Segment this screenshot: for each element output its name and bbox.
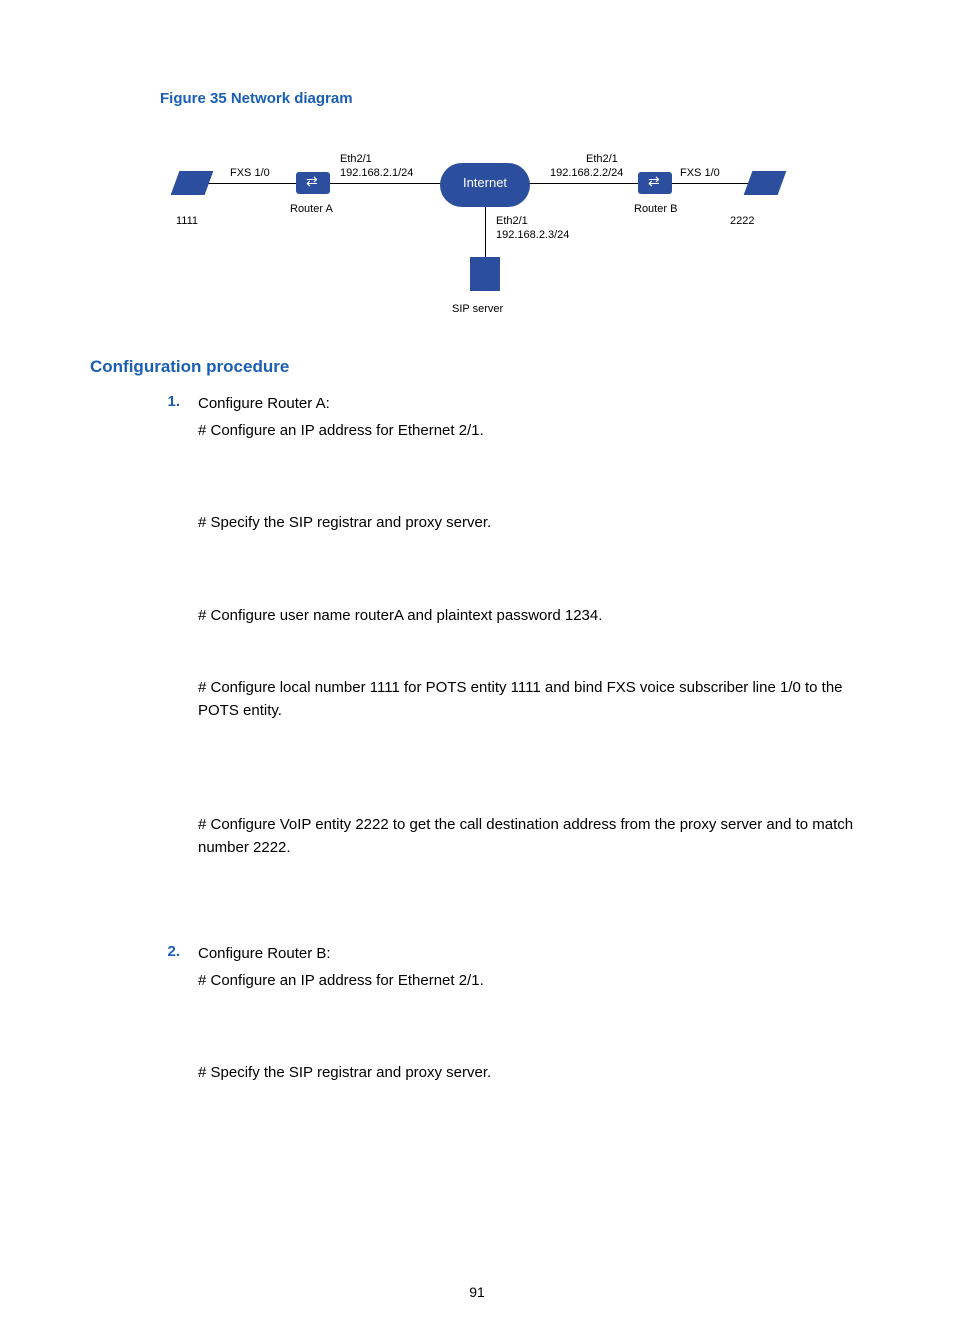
list-item: 2. Configure Router B: xyxy=(90,943,864,966)
server-icon xyxy=(470,257,500,291)
router-icon xyxy=(638,172,672,194)
list-number: 2. xyxy=(140,943,198,966)
list-item: 1. Configure Router A: xyxy=(90,393,864,416)
step-text: # Configure an IP address for Ethernet 2… xyxy=(198,970,864,993)
phone-left-label: 1111 xyxy=(176,215,198,227)
router-a-ip: 192.168.2.1/24 xyxy=(340,167,413,179)
list-number: 1. xyxy=(140,393,198,416)
phone-icon xyxy=(171,171,214,195)
router-b-eth: Eth2/1 xyxy=(586,153,618,165)
router-b-label: Router B xyxy=(634,203,677,215)
fxs-right-label: FXS 1/0 xyxy=(680,167,720,179)
section-heading: Configuration procedure xyxy=(90,357,864,377)
phone-right-label: 2222 xyxy=(730,215,754,227)
list-body: Configure Router B: xyxy=(198,943,864,966)
step-text: # Specify the SIP registrar and proxy se… xyxy=(198,1062,864,1085)
step-text: # Specify the SIP registrar and proxy se… xyxy=(198,512,864,535)
fxs-left-label: FXS 1/0 xyxy=(230,167,270,179)
list-body: Configure Router A: xyxy=(198,393,864,416)
server-label: SIP server xyxy=(452,303,503,315)
router-icon xyxy=(296,172,330,194)
server-ip: 192.168.2.3/24 xyxy=(496,229,569,241)
page-number: 91 xyxy=(0,1284,954,1300)
server-eth: Eth2/1 xyxy=(496,215,528,227)
step-text: # Configure local number 1111 for POTS e… xyxy=(198,677,864,722)
step-text: # Configure user name routerA and plaint… xyxy=(198,605,864,628)
step-text: # Configure VoIP entity 2222 to get the … xyxy=(198,814,864,859)
figure-caption: Figure 35 Network diagram xyxy=(160,90,864,107)
router-b-ip: 192.168.2.2/24 xyxy=(550,167,623,179)
router-a-label: Router A xyxy=(290,203,333,215)
network-diagram: 1111 FXS 1/0 Router A Eth2/1 192.168.2.1… xyxy=(90,117,864,327)
step-text: # Configure an IP address for Ethernet 2… xyxy=(198,420,864,443)
router-a-eth: Eth2/1 xyxy=(340,153,372,165)
phone-icon xyxy=(744,171,787,195)
internet-cloud: Internet xyxy=(440,163,530,207)
